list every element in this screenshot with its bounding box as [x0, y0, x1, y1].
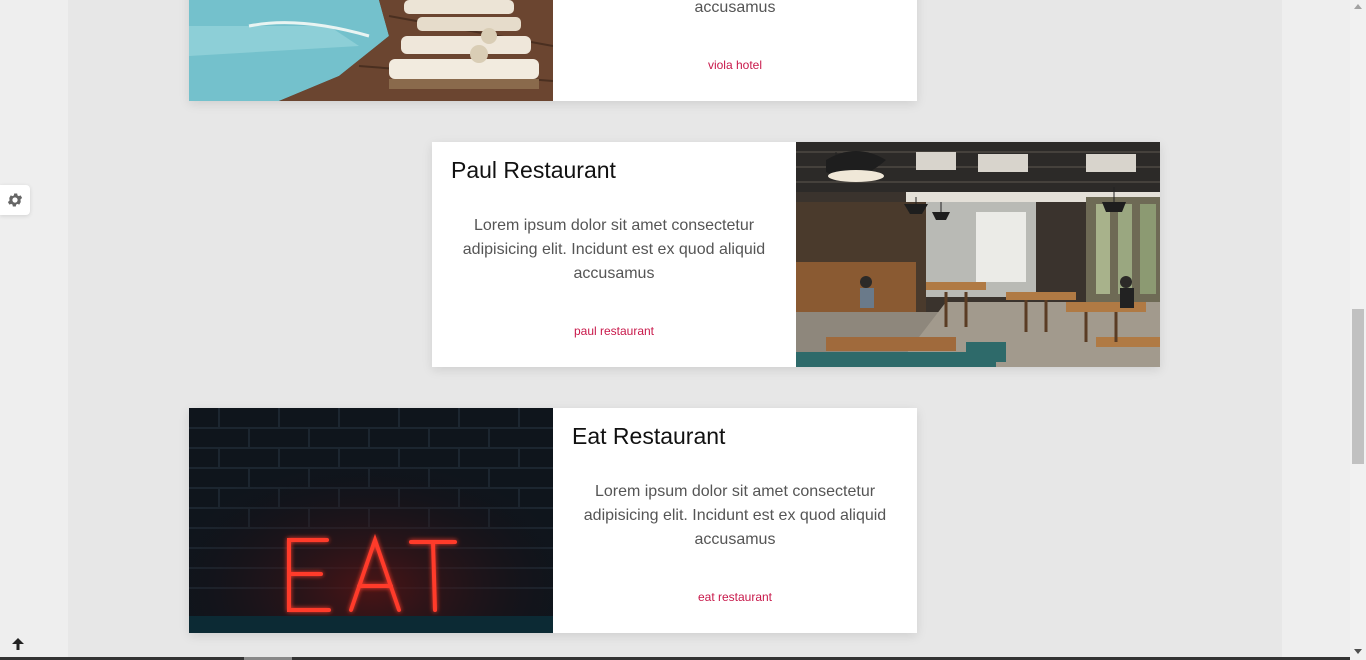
hotel-pool-image: [189, 0, 553, 101]
card-description: Lorem ipsum dolor sit amet consectetur a…: [583, 483, 887, 548]
eat-neon-sign-image: [189, 408, 553, 633]
scrollbar-thumb[interactable]: [1352, 309, 1364, 464]
left-gutter: [0, 0, 68, 660]
card-link-viola-hotel[interactable]: viola hotel: [553, 58, 917, 72]
right-gutter: [1282, 0, 1350, 660]
card-text: accusamus viola hotel: [553, 0, 917, 101]
place-card-eat-restaurant: Eat Restaurant Lorem ipsum dolor sit ame…: [189, 408, 917, 633]
settings-button[interactable]: [0, 185, 30, 215]
vertical-scrollbar[interactable]: [1350, 0, 1366, 660]
card-description: Lorem ipsum dolor sit amet consectetur a…: [462, 217, 766, 282]
card-link-paul-restaurant[interactable]: paul restaurant: [432, 324, 796, 338]
place-card-viola-hotel: accusamus viola hotel: [189, 0, 917, 101]
scroll-up-arrow-icon[interactable]: [1354, 4, 1362, 9]
card-text: Eat Restaurant Lorem ipsum dolor sit ame…: [553, 408, 917, 633]
card-title: Eat Restaurant: [572, 423, 726, 449]
gear-icon: [7, 193, 23, 207]
scroll-top-button[interactable]: [8, 634, 28, 654]
card-text: Paul Restaurant Lorem ipsum dolor sit am…: [432, 142, 796, 367]
scroll-down-arrow-icon[interactable]: [1354, 649, 1362, 654]
place-card-paul-restaurant: Paul Restaurant Lorem ipsum dolor sit am…: [432, 142, 1160, 367]
card-link-eat-restaurant[interactable]: eat restaurant: [553, 590, 917, 604]
restaurant-interior-image: [796, 142, 1160, 367]
card-title: Paul Restaurant: [451, 157, 616, 183]
card-description: accusamus: [694, 0, 776, 16]
arrow-up-icon: [12, 638, 24, 650]
